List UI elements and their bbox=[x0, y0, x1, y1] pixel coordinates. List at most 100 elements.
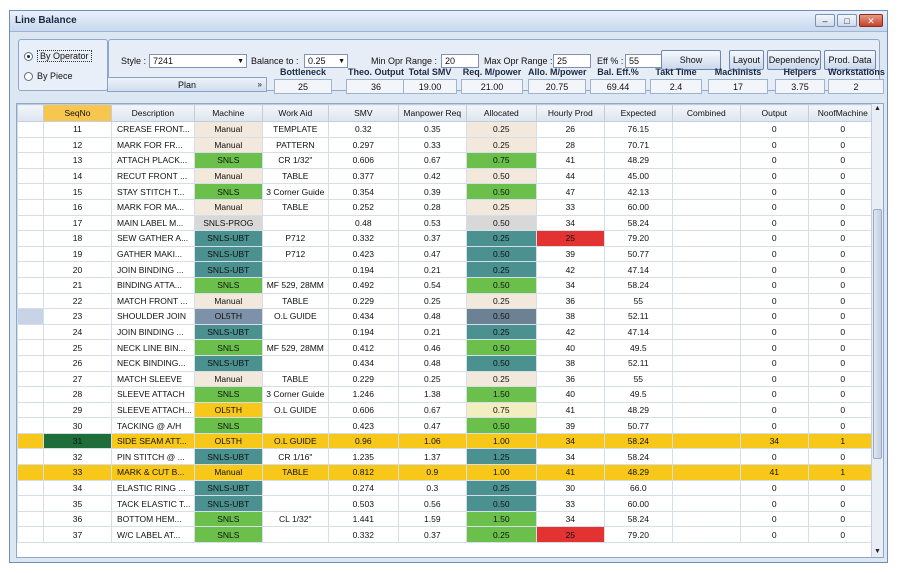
column-header[interactable]: NoofMachine bbox=[807, 104, 878, 122]
cell-allocated[interactable]: 0.50 bbox=[465, 495, 537, 512]
cell-work-aid[interactable]: CL 1/32" bbox=[261, 510, 329, 528]
cell-smv[interactable]: 1.441 bbox=[327, 510, 399, 528]
cell-output[interactable]: 0 bbox=[739, 323, 809, 341]
table-row[interactable]: 21 BINDING ATTA... SNLS MF 529, 28MM 0.492 0.… bbox=[17, 276, 878, 294]
table-row[interactable]: 14 RECUT FRONT ... Manual TABLE 0.377 0.42 0.5… bbox=[17, 167, 878, 185]
cell-work-aid[interactable] bbox=[261, 214, 329, 232]
cell-combined[interactable] bbox=[671, 526, 741, 544]
cell-work-aid[interactable]: P712 bbox=[261, 230, 329, 247]
cell-manpower-req[interactable]: 0.47 bbox=[397, 245, 467, 263]
cell-output[interactable]: 0 bbox=[739, 167, 809, 185]
cell-output[interactable]: 0 bbox=[739, 448, 809, 466]
table-row[interactable]: 26 NECK BINDING... SNLS-UBT 0.434 0.48 0.50 38… bbox=[17, 354, 878, 372]
cell-description[interactable]: SHOULDER JOIN bbox=[111, 308, 195, 325]
cell-noofmachine[interactable]: 0 bbox=[807, 136, 878, 154]
cell-smv[interactable]: 0.423 bbox=[327, 417, 399, 434]
row-selector[interactable] bbox=[17, 230, 44, 247]
cell-allocated[interactable]: 1.50 bbox=[465, 386, 537, 403]
cell-noofmachine[interactable]: 0 bbox=[807, 183, 878, 200]
cell-output[interactable]: 0 bbox=[739, 354, 809, 372]
cell-description[interactable]: NECK LINE BIN... bbox=[111, 339, 195, 356]
cell-output[interactable]: 0 bbox=[739, 136, 809, 154]
row-selector[interactable] bbox=[17, 339, 44, 356]
cell-manpower-req[interactable]: 0.33 bbox=[397, 136, 467, 154]
row-selector[interactable] bbox=[17, 323, 44, 341]
cell-machine[interactable]: Manual bbox=[193, 121, 263, 138]
cell-manpower-req[interactable]: 0.54 bbox=[397, 276, 467, 294]
cell-noofmachine[interactable]: 0 bbox=[807, 245, 878, 263]
cell-seqno[interactable]: 13 bbox=[43, 152, 112, 169]
cell-combined[interactable] bbox=[671, 495, 741, 512]
cell-expected[interactable]: 42.13 bbox=[603, 183, 673, 200]
cell-combined[interactable] bbox=[671, 276, 741, 294]
table-row[interactable]: 22 MATCH FRONT ... Manual TABLE 0.229 0.25 0.2… bbox=[17, 292, 878, 310]
cell-seqno[interactable]: 25 bbox=[43, 339, 112, 356]
balance-to-dropdown[interactable]: 0.25 ▼ bbox=[304, 54, 348, 68]
cell-seqno[interactable]: 37 bbox=[43, 526, 112, 544]
cell-smv[interactable]: 0.434 bbox=[327, 308, 399, 325]
cell-combined[interactable] bbox=[671, 121, 741, 138]
cell-work-aid[interactable] bbox=[261, 354, 329, 372]
cell-machine[interactable]: SNLS-UBT bbox=[193, 448, 263, 466]
cell-description[interactable]: JOIN BINDING ... bbox=[111, 261, 195, 278]
cell-expected[interactable]: 48.29 bbox=[603, 152, 673, 169]
cell-allocated[interactable]: 0.25 bbox=[465, 230, 537, 247]
cell-work-aid[interactable]: TEMPLATE bbox=[261, 121, 329, 138]
cell-expected[interactable]: 76.15 bbox=[603, 121, 673, 138]
cell-machine[interactable]: Manual bbox=[193, 464, 263, 481]
cell-description[interactable]: ATTACH PLACK... bbox=[111, 152, 195, 169]
cell-seqno[interactable]: 19 bbox=[43, 245, 112, 263]
cell-hourly-prod[interactable]: 47 bbox=[535, 183, 605, 200]
cell-output[interactable]: 0 bbox=[739, 214, 809, 232]
cell-description[interactable]: JOIN BINDING ... bbox=[111, 323, 195, 341]
cell-expected[interactable]: 52.11 bbox=[603, 308, 673, 325]
cell-combined[interactable] bbox=[671, 448, 741, 466]
cell-noofmachine[interactable]: 0 bbox=[807, 526, 878, 544]
cell-hourly-prod[interactable]: 41 bbox=[535, 464, 605, 481]
cell-work-aid[interactable]: TABLE bbox=[261, 198, 329, 216]
table-row[interactable]: 16 MARK FOR MA... Manual TABLE 0.252 0.28 0.25… bbox=[17, 198, 878, 216]
cell-description[interactable]: GATHER MAKI... bbox=[111, 245, 195, 263]
cell-seqno[interactable]: 34 bbox=[43, 479, 112, 497]
cell-smv[interactable]: 0.434 bbox=[327, 354, 399, 372]
cell-hourly-prod[interactable]: 44 bbox=[535, 167, 605, 185]
cell-seqno[interactable]: 26 bbox=[43, 354, 112, 372]
by-piece-radio[interactable]: By Piece bbox=[24, 71, 73, 81]
cell-combined[interactable] bbox=[671, 339, 741, 356]
cell-work-aid[interactable]: 3 Corner Guide bbox=[261, 183, 329, 200]
cell-work-aid[interactable] bbox=[261, 526, 329, 544]
cell-expected[interactable]: 49.5 bbox=[603, 339, 673, 356]
cell-work-aid[interactable]: O.L GUIDE bbox=[261, 401, 329, 419]
cell-seqno[interactable]: 31 bbox=[43, 432, 112, 450]
cell-machine[interactable]: SNLS-UBT bbox=[193, 495, 263, 512]
cell-noofmachine[interactable]: 0 bbox=[807, 214, 878, 232]
cell-output[interactable]: 0 bbox=[739, 401, 809, 419]
row-selector[interactable] bbox=[17, 479, 44, 497]
cell-expected[interactable]: 55 bbox=[603, 292, 673, 310]
row-selector[interactable] bbox=[17, 152, 44, 169]
cell-hourly-prod[interactable]: 33 bbox=[535, 495, 605, 512]
table-row[interactable]: 23 SHOULDER JOIN OL5TH O.L GUIDE 0.434 0.48 0.… bbox=[17, 308, 878, 325]
cell-noofmachine[interactable]: 0 bbox=[807, 292, 878, 310]
column-header[interactable]: Manpower Req bbox=[397, 104, 467, 122]
cell-noofmachine[interactable]: 0 bbox=[807, 510, 878, 528]
column-header[interactable]: SeqNo bbox=[43, 104, 112, 122]
cell-hourly-prod[interactable]: 42 bbox=[535, 261, 605, 278]
cell-description[interactable]: STAY STITCH T... bbox=[111, 183, 195, 200]
cell-smv[interactable]: 0.229 bbox=[327, 370, 399, 388]
cell-smv[interactable]: 0.32 bbox=[327, 121, 399, 138]
row-selector[interactable] bbox=[17, 276, 44, 294]
cell-expected[interactable]: 49.5 bbox=[603, 386, 673, 403]
cell-noofmachine[interactable]: 0 bbox=[807, 386, 878, 403]
cell-machine[interactable]: OL5TH bbox=[193, 308, 263, 325]
cell-combined[interactable] bbox=[671, 183, 741, 200]
cell-combined[interactable] bbox=[671, 417, 741, 434]
cell-allocated[interactable]: 0.75 bbox=[465, 152, 537, 169]
cell-seqno[interactable]: 21 bbox=[43, 276, 112, 294]
minimize-button[interactable]: – bbox=[815, 14, 835, 27]
cell-noofmachine[interactable]: 1 bbox=[807, 432, 878, 450]
scroll-thumb[interactable] bbox=[873, 209, 882, 459]
cell-work-aid[interactable]: O.L GUIDE bbox=[261, 432, 329, 450]
cell-manpower-req[interactable]: 0.39 bbox=[397, 183, 467, 200]
table-row[interactable]: 30 TACKING @ A/H SNLS 0.423 0.47 0.50 39 50.77 0… bbox=[17, 417, 878, 434]
